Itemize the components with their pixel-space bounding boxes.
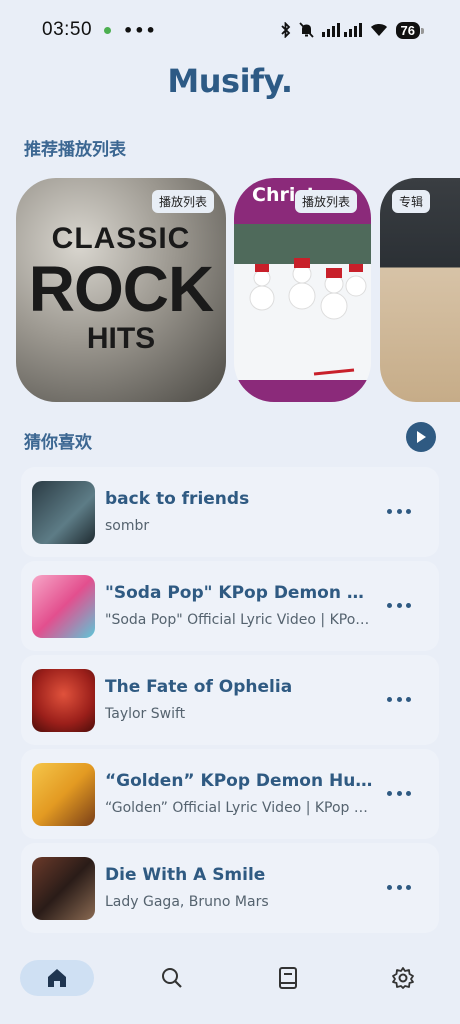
- song-title: “Golden” KPop Demon Hunters | Sony Anima…: [105, 771, 377, 791]
- more-options-button[interactable]: [387, 783, 411, 803]
- status-left: 03:50 •••: [42, 19, 157, 41]
- recommended-section-title: 推荐播放列表: [24, 140, 126, 160]
- song-row[interactable]: Die With A Smile Lady Gaga, Bruno Mars: [21, 843, 439, 933]
- play-all-button[interactable]: [406, 422, 436, 452]
- song-artwork: [32, 763, 95, 826]
- playlist-badge: 播放列表: [294, 190, 357, 213]
- song-subtitle: sombr: [105, 518, 150, 534]
- song-row[interactable]: “Golden” KPop Demon Hunters | Sony Anima…: [21, 749, 439, 839]
- mute-bell-icon: [298, 22, 314, 38]
- status-time: 03:50: [42, 19, 93, 40]
- cover-text-line: HITS: [86, 322, 156, 355]
- song-artwork: [32, 481, 95, 544]
- song-row[interactable]: The Fate of Ophelia Taylor Swift: [21, 655, 439, 745]
- search-icon: [162, 968, 182, 988]
- cover-text-line: CLASSIC: [51, 222, 191, 255]
- bluetooth-icon: [280, 22, 290, 38]
- nav-library[interactable]: [251, 960, 325, 996]
- battery-indicator: 76: [395, 21, 425, 39]
- more-options-button[interactable]: [387, 689, 411, 709]
- playlist-card-classic-rock[interactable]: CLASSIC ROCK HITS 播放列表: [16, 178, 226, 402]
- wifi-icon: [370, 24, 387, 36]
- song-title: Die With A Smile: [105, 865, 266, 885]
- cover-strip: [234, 380, 371, 402]
- more-options-button[interactable]: [387, 501, 411, 521]
- cover-text-line: ROCK: [28, 253, 214, 325]
- status-more-icon: •••: [123, 20, 157, 40]
- song-subtitle: Lady Gaga, Bruno Mars: [105, 894, 269, 910]
- song-row[interactable]: back to friends sombr: [21, 467, 439, 557]
- more-options-button[interactable]: [387, 877, 411, 897]
- gear-icon: [392, 967, 414, 989]
- song-title: "Soda Pop" KPop Demon Hunters | Sony Ani…: [105, 583, 377, 603]
- song-subtitle: Taylor Swift: [105, 706, 186, 722]
- library-book-icon: [279, 967, 297, 989]
- song-artwork: [32, 575, 95, 638]
- bottom-nav: [0, 950, 460, 1006]
- song-artwork: [32, 669, 95, 732]
- home-icon: [48, 969, 66, 987]
- more-options-button[interactable]: [387, 595, 411, 615]
- app-title: Musify.: [167, 62, 293, 100]
- guess-section-title: 猜你喜欢: [24, 433, 92, 453]
- album-badge: 专辑: [392, 190, 431, 213]
- wechat-icon: [104, 26, 112, 34]
- song-subtitle: "Soda Pop" Official Lyric Video | KPop D…: [105, 612, 377, 628]
- nav-settings[interactable]: [366, 960, 440, 996]
- song-subtitle: “Golden” Official Lyric Video | KPop Dem…: [105, 800, 377, 816]
- song-title: The Fate of Ophelia: [105, 677, 293, 697]
- nav-home[interactable]: [20, 960, 94, 996]
- status-bar: 03:50 ••• 76: [0, 0, 460, 60]
- nav-search[interactable]: [135, 960, 209, 996]
- signal-icon: [321, 23, 362, 37]
- playlist-card-christmas[interactable]: Christ 播放列表: [234, 178, 371, 402]
- play-icon: [417, 431, 426, 443]
- song-artwork: [32, 857, 95, 920]
- album-card[interactable]: 专辑: [380, 178, 460, 402]
- playlist-badge: 播放列表: [151, 190, 214, 213]
- status-right: 76: [280, 21, 425, 39]
- song-row[interactable]: "Soda Pop" KPop Demon Hunters | Sony Ani…: [21, 561, 439, 651]
- song-title: back to friends: [105, 489, 250, 509]
